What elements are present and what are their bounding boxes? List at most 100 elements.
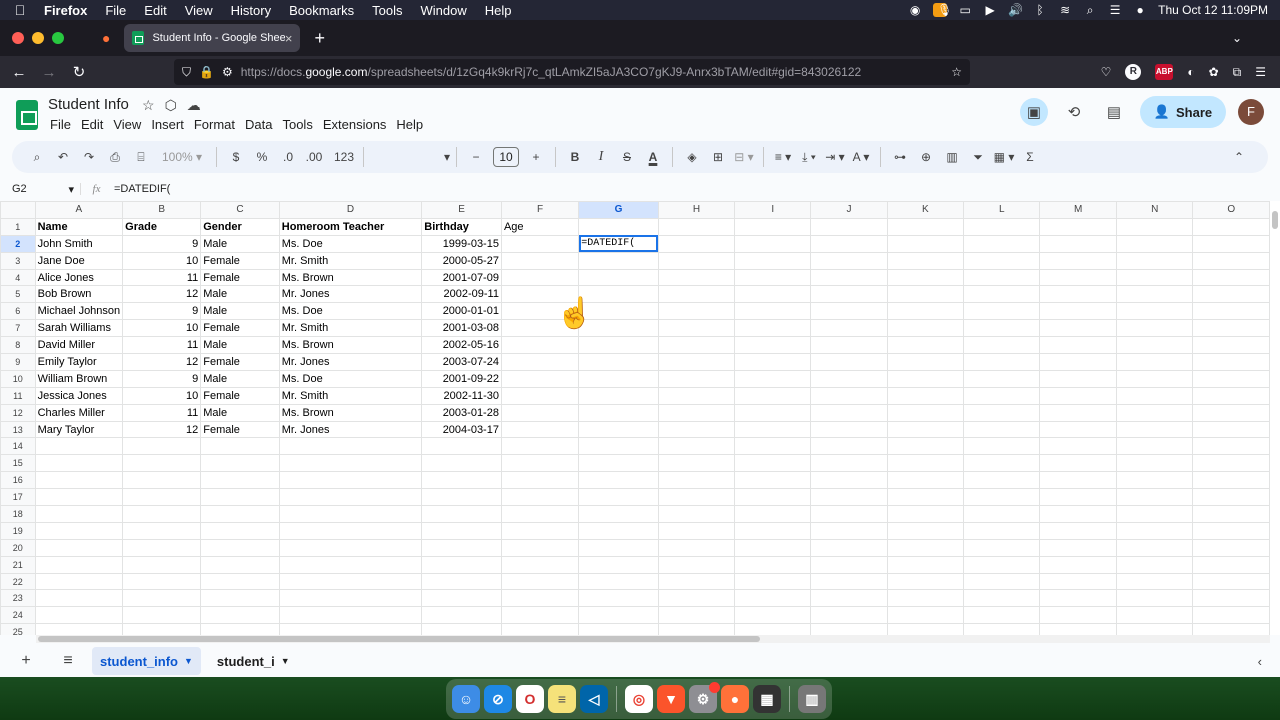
cell-o22[interactable]	[1192, 572, 1270, 591]
menu-help[interactable]: Help	[476, 3, 521, 18]
cell-l24[interactable]	[963, 606, 1041, 625]
cell-a22[interactable]	[34, 572, 124, 591]
cell-m2[interactable]	[1039, 234, 1117, 253]
cell-j23[interactable]	[810, 589, 888, 608]
cell-n13[interactable]	[1115, 420, 1194, 439]
cell-j22[interactable]	[810, 572, 888, 591]
cell-k11[interactable]	[886, 386, 965, 405]
cell-j24[interactable]	[810, 606, 888, 625]
cell-c18[interactable]	[200, 505, 280, 523]
sheets-menu-tools[interactable]: Tools	[280, 117, 317, 132]
row-header[interactable]: 5	[0, 285, 36, 304]
cell-b23[interactable]	[122, 589, 202, 608]
cell-m23[interactable]	[1039, 589, 1117, 608]
cell-d4[interactable]: Ms. Brown	[278, 268, 423, 287]
insert-chart-icon[interactable]: ▥	[939, 150, 965, 164]
row-header[interactable]: 21	[0, 555, 36, 574]
cell-j21[interactable]	[810, 555, 888, 574]
cell-h19[interactable]	[657, 521, 736, 540]
cell-l3[interactable]	[963, 251, 1041, 270]
cell-l14[interactable]	[963, 437, 1041, 456]
cell-c7[interactable]: Female	[200, 319, 280, 338]
siri-icon[interactable]: ●	[1133, 3, 1147, 17]
sheets-logo-icon[interactable]	[16, 100, 38, 130]
row-header[interactable]: 22	[0, 572, 36, 591]
cell-h18[interactable]	[657, 505, 736, 523]
cell-n15[interactable]	[1115, 454, 1194, 473]
spreadsheet-grid[interactable]: ABCDEFGHIJKLMNO 1 Name Grade Gender Homeroom…	[0, 201, 1270, 635]
cell-d9[interactable]: Mr. Jones	[278, 353, 423, 371]
active-cell-g2[interactable]: =DATEDIF(	[578, 234, 659, 253]
sheet-tab-student-i[interactable]: student_i ▼	[209, 647, 298, 675]
cell-i8[interactable]	[734, 336, 812, 355]
cell-e3[interactable]: 2000-05-27	[421, 251, 502, 270]
filter-icon[interactable]: ⏷	[965, 150, 991, 165]
cell-m4[interactable]	[1039, 268, 1117, 287]
cell-c6[interactable]: Male	[200, 302, 280, 321]
cell-a4[interactable]: Alice Jones	[34, 268, 124, 287]
cell-l18[interactable]	[963, 505, 1041, 523]
row-header[interactable]: 25	[0, 623, 36, 635]
cell-f14[interactable]	[500, 437, 580, 456]
cell-b2[interactable]: 9	[122, 234, 202, 253]
row-header[interactable]: 3	[0, 251, 36, 270]
cell-d15[interactable]	[278, 454, 423, 473]
cell-n12[interactable]	[1115, 403, 1194, 422]
cell-d7[interactable]: Mr. Smith	[278, 319, 423, 338]
cell-i22[interactable]	[734, 572, 812, 591]
cell-f23[interactable]	[500, 589, 580, 608]
cell-c23[interactable]	[200, 589, 280, 608]
cell-d6[interactable]: Ms. Doe	[278, 302, 423, 321]
cell-i19[interactable]	[734, 521, 812, 540]
cell-e5[interactable]: 2002-09-11	[421, 285, 502, 304]
cell-l6[interactable]	[963, 302, 1041, 321]
cell-n3[interactable]	[1115, 251, 1194, 270]
adblock-plus-icon[interactable]: ABP	[1155, 64, 1174, 80]
star-icon[interactable]: ☆	[142, 97, 155, 114]
cell-i15[interactable]	[734, 454, 812, 473]
font-family-select[interactable]: ▾	[370, 150, 450, 164]
avatar[interactable]: F	[1238, 99, 1264, 125]
cell-h11[interactable]	[657, 386, 736, 405]
column-header-l[interactable]: L	[963, 201, 1041, 219]
cell-i11[interactable]	[734, 386, 812, 405]
cell-j4[interactable]	[810, 268, 888, 287]
cell-b3[interactable]: 10	[122, 251, 202, 270]
cell-e8[interactable]: 2002-05-16	[421, 336, 502, 355]
extension-circle-icon[interactable]: ◐	[1187, 65, 1194, 79]
column-header-a[interactable]: A	[34, 201, 124, 219]
cell-o15[interactable]	[1192, 454, 1270, 473]
cell-m18[interactable]	[1039, 505, 1117, 523]
cell-k17[interactable]	[886, 488, 965, 507]
list-all-tabs-icon[interactable]: ⌄	[1232, 31, 1242, 45]
reload-icon[interactable]: ↻	[64, 63, 94, 81]
cell-n21[interactable]	[1115, 555, 1194, 574]
cell-d19[interactable]	[278, 521, 423, 540]
meet-present-icon[interactable]: ▣	[1020, 98, 1048, 126]
cell-d2[interactable]: Ms. Doe	[278, 234, 423, 253]
cell-n5[interactable]	[1115, 285, 1194, 304]
cell-h5[interactable]	[657, 285, 736, 304]
cell-a10[interactable]: William Brown	[34, 369, 124, 388]
cell-n1[interactable]	[1115, 217, 1194, 236]
sheets-menu-file[interactable]: File	[48, 117, 76, 132]
cell-h9[interactable]	[657, 353, 736, 371]
cell-i20[interactable]	[734, 538, 812, 557]
cell-h17[interactable]	[657, 488, 736, 507]
row-header[interactable]: 12	[0, 403, 36, 422]
browser-tab-active[interactable]: Student Info - Google Sheets ×	[124, 24, 301, 52]
cell-d21[interactable]	[278, 555, 423, 574]
screen-mirror-icon[interactable]: ▭	[958, 3, 972, 17]
cell-c17[interactable]	[200, 488, 280, 507]
cell-j5[interactable]	[810, 285, 888, 304]
column-header-m[interactable]: M	[1039, 201, 1117, 219]
cell-b19[interactable]	[122, 521, 202, 540]
cell-i18[interactable]	[734, 505, 812, 523]
vscode-icon[interactable]: ◁	[580, 685, 608, 713]
cell-a17[interactable]	[34, 488, 124, 507]
cell-n10[interactable]	[1115, 369, 1194, 388]
menu-edit[interactable]: Edit	[135, 3, 175, 18]
cell-k21[interactable]	[886, 555, 965, 574]
control-center-icon[interactable]: ☰	[1108, 3, 1122, 17]
percent-format-button[interactable]: %	[249, 150, 275, 164]
